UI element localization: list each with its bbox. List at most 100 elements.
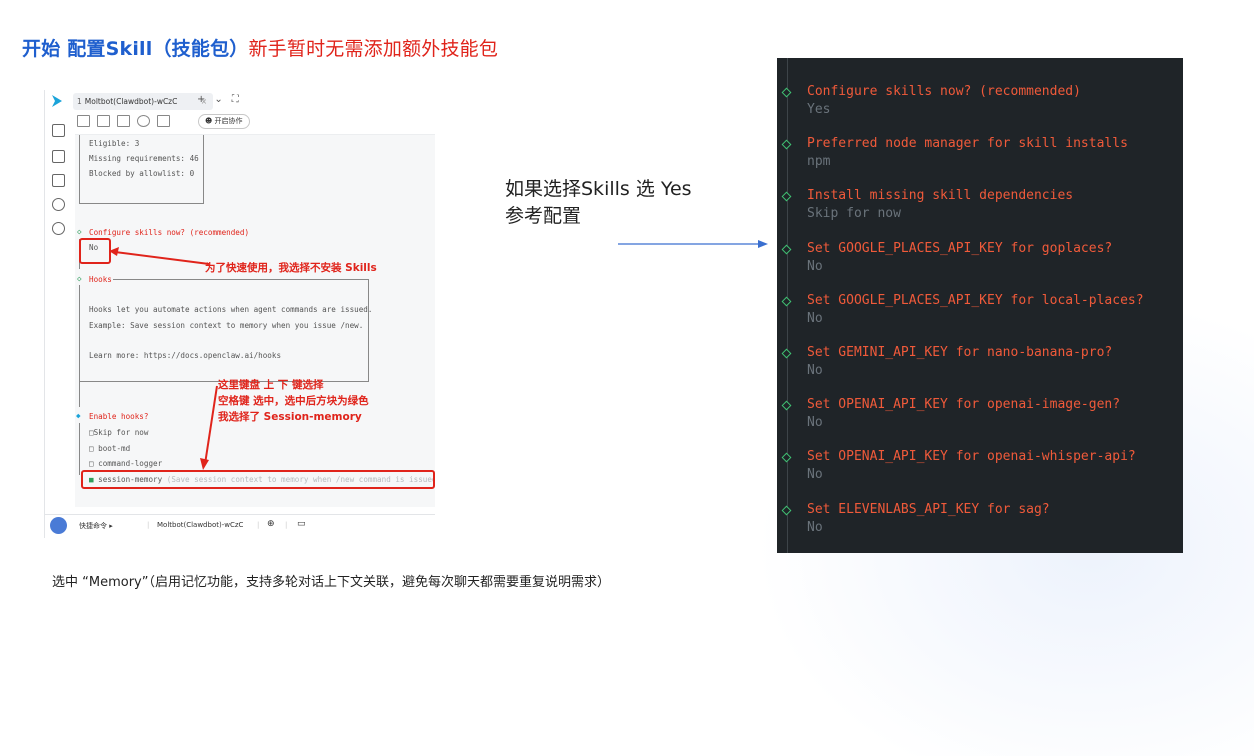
diamond-active-icon: ◆ [76, 411, 81, 420]
config-answer[interactable]: No [807, 311, 823, 326]
config-item: Set OPENAI_API_KEY for openai-image-gen?… [777, 397, 1183, 437]
annotation-no-skills: 为了快速使用，我选择不安装 Skills [205, 262, 377, 274]
collaborate-button[interactable]: ☻ 开启协作 [198, 114, 250, 129]
option-label: boot-md [98, 444, 131, 453]
config-item: Set GEMINI_API_KEY for nano-banana-pro? N… [777, 345, 1183, 385]
clipboard-icon[interactable] [157, 115, 170, 127]
middle-line-2: 参考配置 [505, 205, 582, 227]
list-icon[interactable] [52, 150, 65, 163]
diamond-bullet-icon [781, 191, 792, 202]
split-icon[interactable] [97, 115, 110, 127]
footer-note: 选中 “Memory”（启用记忆功能，支持多轮对话上下文关联，避免每次聊天都需要… [52, 575, 610, 590]
diamond-bullet-icon [781, 400, 792, 411]
config-item: Set GOOGLE_PLACES_API_KEY for goplaces? N… [777, 241, 1183, 281]
middle-caption: 如果选择Skills 选 Yes 参考配置 [505, 176, 692, 230]
add-tab-icon[interactable]: + [197, 94, 205, 105]
config-item: Install missing skill dependencies Skip f… [777, 188, 1183, 228]
option-checkbox[interactable]: □ [89, 444, 94, 453]
settings-icon[interactable] [137, 115, 150, 127]
diamond-bullet-icon [781, 452, 792, 463]
config-answer[interactable]: Yes [807, 102, 830, 117]
quick-command-button[interactable]: 快捷命令 ▸ [79, 521, 113, 531]
hooks-desc-2: Example: Save session context to memory … [89, 321, 364, 330]
middle-line-1: 如果选择Skills 选 Yes [505, 178, 692, 200]
diamond-bullet-icon [781, 296, 792, 307]
window-icon[interactable] [117, 115, 130, 127]
annotation-arrow-icon [109, 247, 210, 265]
box-border [113, 279, 368, 280]
enable-hooks-question: Enable hooks? [89, 412, 149, 421]
slide-title-main: 开始 配置Skill（技能包） [22, 38, 249, 60]
tab-tools: + ⌄ ⛶ [197, 94, 248, 105]
hooks-label: Hooks [89, 275, 112, 284]
diamond-bullet-icon: ◇ [77, 227, 82, 236]
config-question: Configure skills now? (recommended) [807, 84, 1081, 99]
tab-number: 1 [77, 97, 82, 106]
expand-icon[interactable]: ⛶ [232, 94, 239, 105]
tab-bar: 1 Moltbot(Clawdbot)-wCzC × + ⌄ ⛶ [45, 90, 435, 112]
option-checkbox[interactable]: □ [89, 459, 94, 468]
highlight-session-memory [81, 470, 435, 489]
avatar[interactable] [50, 517, 67, 534]
config-question: Set ELEVENLABS_API_KEY for sag? [807, 501, 1050, 517]
slide-title: 开始 配置Skill（技能包）新手暂时无需添加额外技能包 [22, 34, 498, 61]
app-logo-icon [52, 95, 62, 107]
tab-title: Moltbot(Clawdbot)-wCzC [84, 97, 178, 106]
diamond-bullet-icon [781, 244, 792, 255]
hooks-learn-link[interactable]: Learn more: https://docs.openclaw.ai/hoo… [89, 351, 281, 360]
option-label: command-logger [98, 459, 163, 468]
config-question: Set GOOGLE_PLACES_API_KEY for local-plac… [807, 292, 1144, 308]
terminal-app-screenshot: 1 Moltbot(Clawdbot)-wCzC × + ⌄ ⛶ ☻ 开启协作 Eli… [44, 90, 435, 538]
box-border [79, 135, 80, 203]
config-item: Set OPENAI_API_KEY for openai-whisper-ap… [777, 449, 1183, 489]
config-item: Configure skills now? (recommended) Yes [777, 84, 1183, 124]
blocked-text: Blocked by allowlist: 0 [89, 169, 195, 178]
config-answer[interactable]: No [807, 259, 823, 274]
box-border [203, 135, 204, 203]
box-border [79, 203, 204, 204]
skills-config-terminal: Configure skills now? (recommended) Yes Pr… [777, 58, 1183, 553]
diamond-bullet-icon [781, 505, 792, 516]
annotation-keys-2: 空格键 选中，选中后方块为绿色 [218, 395, 369, 407]
plugin-icon[interactable] [52, 222, 65, 235]
slide-title-note: 新手暂时无需添加额外技能包 [248, 38, 499, 60]
diamond-bullet-icon [781, 348, 792, 359]
divider: | [285, 521, 288, 529]
config-answer[interactable]: No [807, 467, 823, 482]
file-icon[interactable] [52, 174, 65, 187]
chat-icon[interactable]: ▭ [297, 519, 306, 529]
config-answer[interactable]: No [807, 415, 823, 430]
config-question: Set OPENAI_API_KEY for openai-whisper-ap… [807, 449, 1136, 465]
rail [79, 423, 80, 475]
diamond-bullet-icon [781, 87, 792, 98]
option-label: Skip for now [93, 428, 149, 437]
divider: | [257, 521, 260, 529]
session-label[interactable]: Moltbot(Clawdbot)-wCzC [157, 521, 243, 529]
grid-icon[interactable] [52, 124, 65, 137]
config-item: Set GOOGLE_PLACES_API_KEY for local-plac… [777, 293, 1183, 333]
tab-dropdown-icon[interactable]: ⌄ [214, 94, 222, 105]
config-answer[interactable]: No [807, 363, 823, 378]
globe-icon[interactable]: ⊕ [267, 519, 275, 529]
folder-icon[interactable] [77, 115, 90, 127]
annotation-keys-1: 这里键盘 上 下 键选择 [218, 379, 324, 391]
config-answer[interactable]: No [807, 520, 823, 535]
option-command-logger[interactable]: □ command-logger [89, 459, 162, 468]
option-skip[interactable]: □Skip for now [89, 428, 148, 437]
missing-text: Missing requirements: 46 [89, 154, 199, 163]
config-answer[interactable]: npm [807, 154, 830, 169]
hooks-desc-1: Hooks let you automate actions when agen… [89, 305, 373, 314]
diamond-bullet-icon [781, 139, 792, 150]
eligible-text: Eligible: 3 [89, 139, 140, 148]
option-boot-md[interactable]: □ boot-md [89, 444, 130, 453]
annotation-keys-3: 我选择了 Session-memory [218, 411, 362, 423]
collaborate-label: 开启协作 [214, 117, 243, 125]
config-answer[interactable]: Skip for now [807, 206, 901, 221]
arrow-right-icon [618, 240, 768, 248]
config-question: Preferred node manager for skill install… [807, 136, 1128, 152]
divider: | [147, 521, 150, 529]
share-icon[interactable] [52, 198, 65, 211]
config-item: Set ELEVENLABS_API_KEY for sag? No [777, 502, 1183, 542]
session-tab[interactable]: 1 Moltbot(Clawdbot)-wCzC × [73, 93, 213, 110]
terminal-output: Eligible: 3 Missing requirements: 46 Blo… [75, 134, 435, 507]
